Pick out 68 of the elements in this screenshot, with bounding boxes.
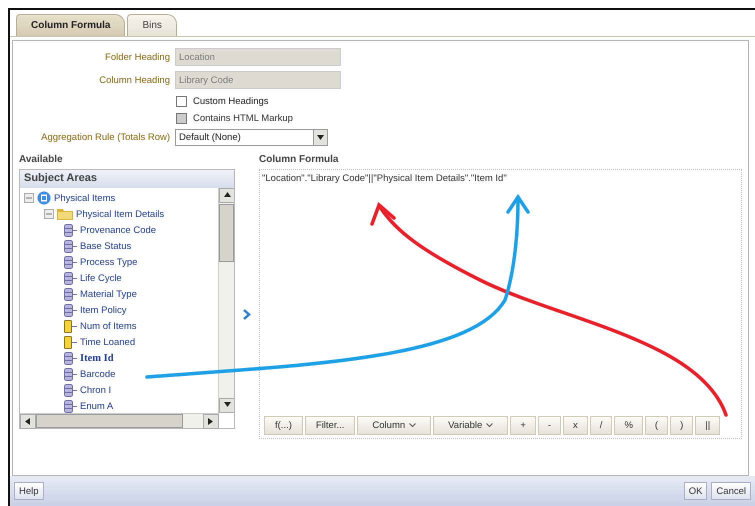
tree-item[interactable]: Provenance Code bbox=[80, 224, 156, 236]
measure-icon bbox=[64, 320, 77, 332]
checkbox[interactable] bbox=[176, 96, 187, 107]
tree-item[interactable]: Life Cycle bbox=[80, 272, 122, 284]
column-icon bbox=[64, 384, 77, 396]
column-icon bbox=[64, 240, 77, 252]
toolbar-button[interactable]: + bbox=[510, 416, 536, 435]
measure-icon bbox=[64, 336, 77, 348]
tree-item[interactable]: Physical Items bbox=[54, 192, 116, 204]
tree-item[interactable]: Time Loaned bbox=[80, 336, 136, 348]
tree-item[interactable]: Material Type bbox=[80, 288, 137, 300]
scrollbar[interactable] bbox=[218, 188, 234, 413]
scroll-right-icon[interactable] bbox=[208, 418, 214, 425]
toolbar-button[interactable]: Column bbox=[357, 416, 432, 435]
field-label: Folder Heading bbox=[104, 52, 170, 62]
scroll-up-icon[interactable] bbox=[224, 192, 230, 199]
tree-item[interactable]: Enum A bbox=[80, 400, 114, 412]
ok-button[interactable]: OK bbox=[684, 482, 708, 500]
toolbar-button[interactable]: x bbox=[563, 416, 588, 435]
panel-title: Subject Areas bbox=[20, 170, 234, 188]
cancel-button[interactable]: Cancel bbox=[711, 482, 751, 500]
tree-item[interactable]: Physical Item Details bbox=[76, 208, 164, 220]
field-label: Column Heading bbox=[98, 74, 170, 86]
toolbar-button[interactable]: ( bbox=[644, 416, 668, 435]
formula-editor[interactable]: "Location"."Library Code"||"Physical Item Details"."Item Id" f(...) Filter... Column Variable + - x / % ( ) || bbox=[259, 169, 742, 439]
scrollbar[interactable] bbox=[20, 413, 219, 428]
collapse-icon[interactable] bbox=[24, 193, 34, 203]
section-heading: Available bbox=[19, 154, 64, 167]
formula-text: "Location"."Library Code"||"Physical Item Details"."Item Id" bbox=[262, 173, 507, 184]
tab[interactable]: Column Formula bbox=[16, 14, 126, 36]
column-icon bbox=[64, 224, 77, 236]
toolbar-button[interactable]: ) bbox=[670, 416, 694, 435]
tree-item[interactable]: Item Policy bbox=[80, 304, 126, 316]
tree-item[interactable]: Base Status bbox=[80, 240, 132, 252]
toolbar-button[interactable]: Variable bbox=[433, 416, 508, 435]
toolbar-button[interactable]: Filter... bbox=[304, 416, 356, 435]
checkbox-label: Custom Headings bbox=[193, 96, 269, 107]
tree-item[interactable]: Process Type bbox=[80, 256, 138, 268]
folder-icon bbox=[57, 208, 73, 220]
toolbar-button[interactable]: / bbox=[590, 416, 612, 435]
checkbox-label: Contains HTML Markup bbox=[193, 113, 293, 124]
toolbar-button[interactable]: - bbox=[538, 416, 562, 435]
scroll-thumb[interactable] bbox=[219, 204, 234, 262]
toolbar-button[interactable]: f(...) bbox=[264, 416, 303, 435]
tree-item[interactable]: Item Id bbox=[80, 352, 114, 364]
collapse-icon[interactable] bbox=[44, 209, 54, 219]
tree-item[interactable]: Barcode bbox=[80, 368, 116, 380]
column-icon bbox=[64, 368, 77, 380]
column-icon bbox=[64, 288, 77, 300]
dropdown[interactable]: Default (None) bbox=[175, 128, 328, 146]
toolbar-button[interactable]: % bbox=[614, 416, 643, 435]
column-icon bbox=[64, 304, 77, 316]
field-label: Aggregation Rule (Totals Row) bbox=[40, 132, 170, 142]
toolbar-button[interactable]: || bbox=[695, 416, 720, 435]
tree-item[interactable]: Num of Items bbox=[80, 320, 136, 332]
column-icon bbox=[64, 256, 77, 268]
caret-icon bbox=[317, 134, 324, 140]
section-heading: Column Formula bbox=[259, 154, 340, 167]
scroll-left-icon[interactable] bbox=[24, 418, 32, 425]
tree-item[interactable]: Chron I bbox=[80, 384, 112, 396]
tab[interactable]: Bins bbox=[127, 14, 177, 36]
column-icon bbox=[64, 272, 77, 284]
help-button[interactable]: Help bbox=[14, 482, 44, 500]
column-icon bbox=[64, 352, 77, 364]
scroll-thumb[interactable] bbox=[36, 414, 183, 428]
chevron-right-icon[interactable] bbox=[243, 309, 251, 320]
column-icon bbox=[64, 400, 77, 412]
scroll-down-icon[interactable] bbox=[224, 402, 230, 409]
